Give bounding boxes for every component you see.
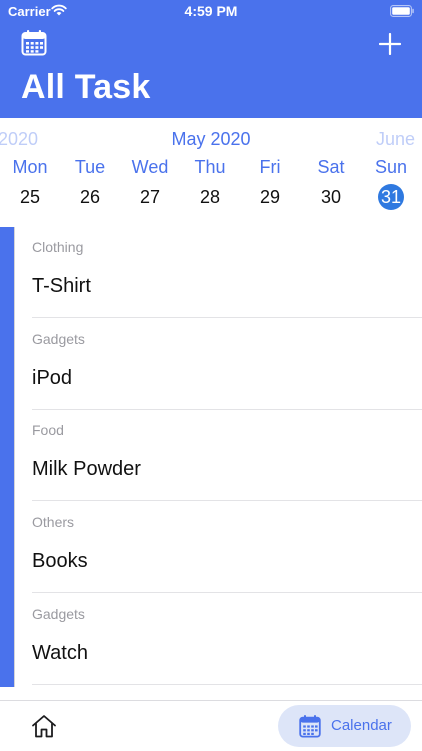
- task-name: Watch: [32, 642, 88, 664]
- task-category: Gadgets: [32, 331, 85, 347]
- task-name: Milk Powder: [32, 458, 141, 480]
- home-icon[interactable]: [31, 713, 57, 739]
- day-fri[interactable]: Fri 29: [242, 156, 298, 212]
- day-number: 27: [139, 187, 161, 207]
- task-name: T-Shirt: [32, 275, 91, 297]
- task-category: Food: [32, 422, 64, 438]
- calendar-tab-label: Calendar: [331, 717, 392, 734]
- day-of-week-label: Thu: [194, 157, 226, 177]
- calendar-icon[interactable]: [21, 29, 47, 56]
- task-row[interactable]: Others Books: [15, 502, 422, 593]
- day-thu[interactable]: Thu 28: [182, 156, 238, 212]
- task-category: Clothing: [32, 239, 84, 255]
- day-number: 28: [199, 187, 221, 207]
- row-divider: [32, 317, 422, 318]
- calendar-icon: [299, 715, 321, 738]
- status-bar: Carrier 4:59 PM: [0, 0, 422, 24]
- day-of-week-label: Sat: [317, 157, 345, 177]
- day-tue[interactable]: Tue 26: [62, 156, 118, 212]
- next-month-label[interactable]: June: [376, 129, 415, 150]
- add-task-button[interactable]: [379, 33, 401, 55]
- selected-day-number: 31: [378, 184, 404, 210]
- day-of-week-label: Wed: [131, 157, 169, 177]
- day-number: 30: [320, 187, 342, 207]
- task-list-accent-bar: [0, 227, 14, 687]
- task-row[interactable]: Gadgets Watch: [15, 594, 422, 685]
- battery-icon: [390, 5, 414, 17]
- page-title: All Task: [21, 68, 151, 106]
- day-number: 26: [79, 187, 101, 207]
- task-category: Gadgets: [32, 606, 85, 622]
- day-of-week-label: Mon: [12, 157, 48, 177]
- row-divider: [32, 500, 422, 501]
- row-divider: [32, 592, 422, 593]
- week-calendar-strip[interactable]: 2020 May 2020 June Mon 25 Tue 26 Wed 27 …: [0, 120, 422, 216]
- task-category: Others: [32, 514, 75, 530]
- day-of-week-label: Fri: [259, 157, 281, 177]
- task-row[interactable]: Gadgets iPod: [15, 319, 422, 410]
- day-number: 29: [259, 187, 281, 207]
- task-list[interactable]: Clothing T-Shirt Gadgets iPod Food Milk …: [0, 227, 422, 687]
- day-mon[interactable]: Mon 25: [2, 156, 58, 212]
- day-sat[interactable]: Sat 30: [303, 156, 359, 212]
- day-wed[interactable]: Wed 27: [122, 156, 178, 212]
- calendar-tab-button[interactable]: Calendar: [278, 705, 411, 747]
- task-row[interactable]: Food Milk Powder: [15, 410, 422, 501]
- day-sun-selected[interactable]: Sun 31: [363, 156, 419, 212]
- day-of-week-label: Sun: [374, 157, 408, 177]
- day-number: 25: [19, 187, 41, 207]
- header: Carrier 4:59 PM All Task: [0, 0, 422, 118]
- current-month-label: May 2020: [171, 129, 251, 149]
- row-divider: [32, 684, 422, 685]
- task-row[interactable]: Clothing T-Shirt: [15, 227, 422, 318]
- day-of-week-label: Tue: [74, 157, 106, 177]
- status-time: 4:59 PM: [184, 3, 238, 19]
- tab-bar: Calendar: [0, 700, 422, 751]
- task-name: iPod: [32, 367, 73, 389]
- task-name: Books: [32, 550, 88, 572]
